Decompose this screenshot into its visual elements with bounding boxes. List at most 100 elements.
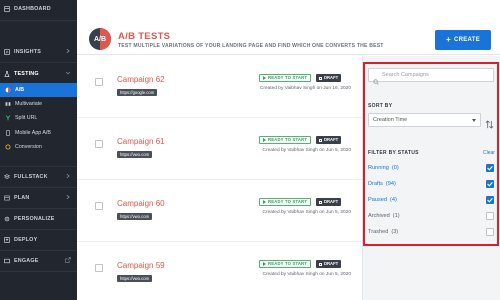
divider — [0, 62, 77, 63]
create-button-label: CREATE — [453, 37, 480, 43]
page-header: A/B A/B TESTS TEST MULTIPLE VARIATIONS O… — [77, 0, 500, 55]
sidebar-item-label: Multivariate — [15, 101, 43, 107]
ab-logo: A/B — [89, 28, 111, 50]
draft-icon — [319, 76, 322, 80]
nav-dashboard[interactable]: DASHBOARD — [0, 0, 77, 17]
chevron-right-icon — [65, 173, 71, 179]
insights-icon — [4, 48, 10, 55]
status-badge: READY TO START — [259, 136, 312, 144]
table-row[interactable]: Campaign 61 https://vwo.com READY TO STA… — [77, 118, 362, 180]
table-row[interactable]: Campaign 60 https://vwo.com READY TO STA… — [77, 180, 362, 242]
divider — [0, 20, 77, 21]
engage-icon — [4, 258, 10, 264]
campaign-url: https://vwo.com — [117, 275, 153, 282]
campaign-url: https://vwo.com — [117, 151, 153, 158]
chevron-right-icon — [65, 194, 71, 200]
status-text: READY TO START — [268, 137, 308, 142]
nav-testing-label: TESTING — [14, 70, 39, 77]
mobile-icon — [5, 130, 11, 136]
flask-icon — [4, 70, 10, 77]
gear-icon — [4, 216, 10, 222]
chevron-right-icon — [65, 48, 71, 54]
create-button[interactable]: + CREATE — [435, 30, 491, 50]
sidebar-item-label: Split URL — [15, 115, 38, 121]
status-text: READY TO START — [268, 199, 308, 204]
draft-text: DRAFT — [324, 261, 339, 266]
campaign-url: https://google.com — [117, 89, 158, 96]
sidebar-item-split-url[interactable]: Split URL — [0, 111, 77, 125]
nav-engage-label: ENGAGE — [14, 257, 39, 264]
ab-icon — [5, 87, 11, 93]
nav-dashboard-label: DASHBOARD — [14, 5, 51, 12]
draft-badge: DRAFT — [316, 136, 342, 144]
conversion-icon — [5, 144, 11, 150]
divider — [0, 250, 77, 251]
nav-engage[interactable]: ENGAGE — [0, 252, 77, 269]
draft-badge: DRAFT — [316, 198, 342, 206]
campaign-url: https://vwo.com — [117, 213, 153, 220]
page-subtitle: TEST MULTIPLE VARIATIONS OF YOUR LANDING… — [118, 43, 384, 49]
layers-icon — [4, 173, 10, 180]
divider — [0, 229, 77, 230]
draft-badge: DRAFT — [316, 74, 342, 82]
sidebar-item-label: Conversion — [15, 144, 42, 150]
ab-logo-text: A/B — [93, 35, 107, 43]
nav-fullstack[interactable]: FULLSTACK — [0, 168, 77, 185]
draft-badge: DRAFT — [316, 260, 342, 268]
status-text: READY TO START — [268, 261, 308, 266]
draft-text: DRAFT — [324, 137, 339, 142]
play-icon — [263, 262, 266, 266]
sidebar-item-mobile-ab[interactable]: Mobile App A/B — [0, 126, 77, 140]
chevron-down-icon — [65, 70, 71, 76]
sidebar-item-conversion[interactable]: Conversion — [0, 140, 77, 154]
nav-testing[interactable]: TESTING — [0, 65, 77, 82]
sidebar-item-multivariate[interactable]: Multivariate — [0, 97, 77, 111]
created-by: Created by Vaibhav Singh on Jun 5, 2020 — [262, 272, 351, 277]
divider — [0, 187, 77, 188]
nav-fullstack-label: FULLSTACK — [14, 173, 48, 180]
nav-plan[interactable]: PLAN — [0, 189, 77, 206]
status-badge: READY TO START — [259, 260, 312, 268]
external-link-icon — [65, 257, 71, 263]
nav-insights-label: INSIGHTS — [14, 48, 42, 55]
draft-text: DRAFT — [324, 75, 339, 80]
status-badge: READY TO START — [259, 74, 312, 82]
row-checkbox[interactable] — [95, 202, 103, 210]
campaign-list: Campaign 62 https://google.com READY TO … — [77, 56, 362, 300]
sidebar-item-label: Mobile App A/B — [15, 130, 51, 136]
play-icon — [263, 76, 266, 80]
page-title: A/B TESTS — [118, 31, 171, 42]
row-checkbox[interactable] — [95, 78, 103, 86]
play-icon — [263, 138, 266, 142]
multivariate-icon — [5, 101, 11, 107]
row-checkbox[interactable] — [95, 264, 103, 272]
divider — [0, 166, 77, 167]
campaign-name[interactable]: Campaign 59 — [117, 261, 165, 270]
sidebar-item-ab[interactable]: A/B — [0, 83, 77, 97]
nav-deploy[interactable]: DEPLOY — [0, 231, 77, 248]
plus-icon: + — [445, 35, 451, 44]
split-icon — [5, 115, 11, 121]
campaign-name[interactable]: Campaign 60 — [117, 199, 165, 208]
sidebar: DASHBOARD INSIGHTS TESTING A/B Multivari… — [0, 0, 77, 300]
nav-insights[interactable]: INSIGHTS — [0, 43, 77, 60]
table-row[interactable]: Campaign 62 https://google.com READY TO … — [77, 56, 362, 118]
draft-icon — [319, 138, 322, 142]
draft-icon — [319, 200, 322, 204]
row-checkbox[interactable] — [95, 140, 103, 148]
created-by: Created by Vaibhav Singh on Jun 16, 2020 — [259, 86, 351, 91]
status-text: READY TO START — [268, 75, 308, 80]
dashboard-icon — [4, 5, 10, 12]
draft-icon — [319, 262, 322, 266]
divider — [0, 271, 77, 272]
deploy-icon — [4, 236, 10, 243]
nav-plan-label: PLAN — [14, 194, 30, 201]
highlight-box — [363, 62, 499, 246]
draft-text: DRAFT — [324, 199, 339, 204]
created-by: Created by Vaibhav Singh on Jun 5, 2020 — [262, 148, 351, 153]
campaign-name[interactable]: Campaign 61 — [117, 137, 165, 146]
nav-personalize[interactable]: PERSONALIZE — [0, 210, 77, 227]
play-icon — [263, 200, 266, 204]
table-row[interactable]: Campaign 59 https://vwo.com READY TO STA… — [77, 242, 362, 300]
campaign-name[interactable]: Campaign 62 — [117, 75, 165, 84]
